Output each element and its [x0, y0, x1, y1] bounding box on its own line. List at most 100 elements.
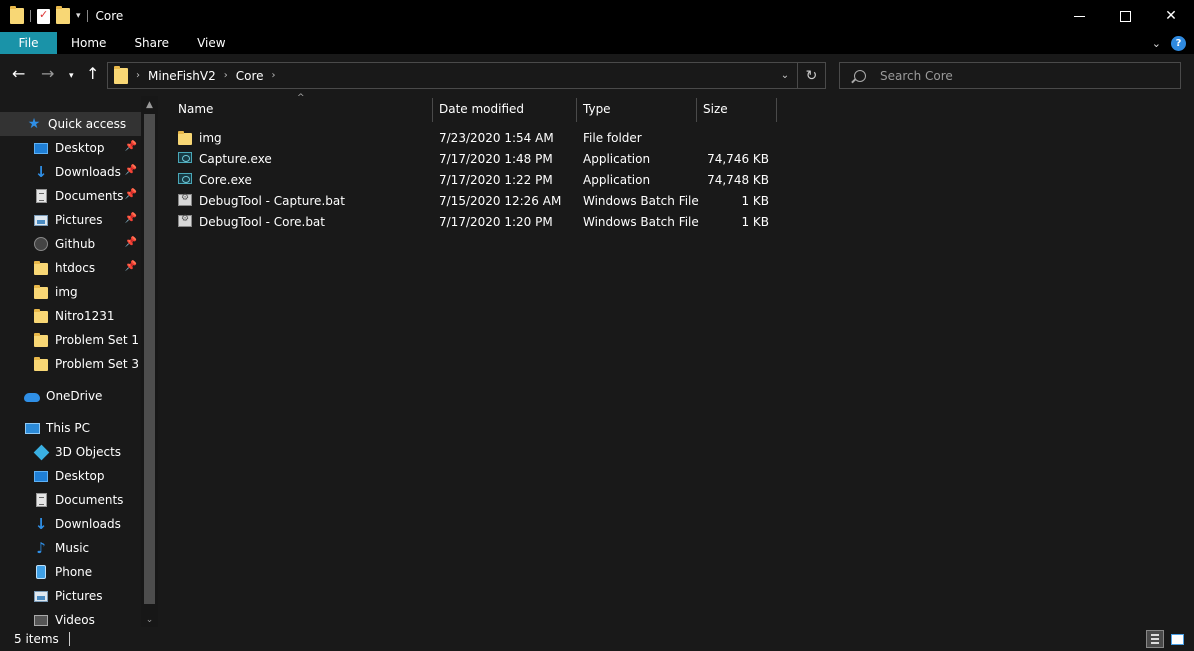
- nav-item-documents[interactable]: Documents 📌: [0, 184, 141, 208]
- quick-access-toolbar: ▾: [0, 0, 88, 32]
- nav-item-onedrive[interactable]: OneDrive: [0, 384, 141, 408]
- address-dropdown-icon[interactable]: ⌄: [773, 70, 797, 81]
- nav-item-documents-pc[interactable]: Documents: [0, 488, 141, 512]
- recent-locations-icon[interactable]: ▾: [69, 66, 74, 86]
- nav-item-music[interactable]: ♪ Music: [0, 536, 141, 560]
- pin-icon[interactable]: 📌: [125, 189, 137, 200]
- column-divider[interactable]: [776, 98, 777, 122]
- expand-ribbon-icon[interactable]: ⌄: [1152, 37, 1161, 50]
- file-row[interactable]: DebugTool - Core.bat 7/17/2020 1:20 PM W…: [174, 212, 774, 233]
- close-icon: ✕: [1165, 8, 1177, 24]
- nav-item-nitro1231[interactable]: Nitro1231: [0, 304, 141, 328]
- properties-icon[interactable]: [37, 8, 50, 24]
- breadcrumb-item[interactable]: Core: [236, 69, 264, 83]
- help-icon[interactable]: ?: [1171, 35, 1186, 51]
- nav-item-phone[interactable]: Phone: [0, 560, 141, 584]
- nav-item-desktop[interactable]: Desktop 📌: [0, 136, 141, 160]
- search-input[interactable]: [880, 68, 1160, 83]
- pin-icon[interactable]: 📌: [125, 141, 137, 152]
- file-type: Application: [583, 152, 651, 166]
- column-header-date[interactable]: Date modified: [433, 96, 577, 122]
- folder-icon[interactable]: [10, 6, 24, 24]
- folder-icon: [33, 284, 49, 300]
- file-name: Core.exe: [199, 173, 252, 187]
- file-size: 74,746 KB: [707, 152, 769, 166]
- large-icons-view-button[interactable]: [1168, 630, 1186, 648]
- nav-item-problem-set-3[interactable]: Problem Set 3: [0, 352, 141, 376]
- refresh-icon[interactable]: ↻: [797, 63, 825, 88]
- file-type: Windows Batch File: [583, 215, 699, 229]
- tab-home[interactable]: Home: [57, 32, 120, 54]
- up-arrow-icon[interactable]: ↑: [86, 64, 99, 84]
- download-icon: ↓: [34, 163, 48, 181]
- column-headers: ^ Name Date modified Type Size: [158, 93, 778, 122]
- ribbon-right: ⌄ ?: [1152, 32, 1186, 54]
- search-icon: [854, 69, 866, 82]
- file-row[interactable]: DebugTool - Capture.bat 7/15/2020 12:26 …: [174, 191, 774, 212]
- nav-item-label: Problem Set 1: [55, 333, 140, 347]
- nav-item-problem-set-1[interactable]: Problem Set 1: [0, 328, 141, 352]
- nav-item-this-pc[interactable]: This PC: [0, 416, 141, 440]
- scrollbar-thumb[interactable]: [144, 114, 155, 604]
- pin-icon[interactable]: 📌: [125, 261, 137, 272]
- chevron-right-icon[interactable]: ›: [272, 70, 276, 81]
- file-row[interactable]: Core.exe 7/17/2020 1:22 PM Application 7…: [174, 170, 774, 191]
- chevron-right-icon[interactable]: ›: [136, 70, 140, 81]
- nav-item-label: Phone: [55, 565, 93, 579]
- nav-item-label: Music: [55, 541, 90, 555]
- file-size: 74,748 KB: [707, 173, 769, 187]
- item-count: 5 items: [14, 632, 59, 646]
- toolbar-divider: [86, 10, 88, 22]
- tab-share[interactable]: Share: [120, 32, 183, 54]
- tab-file[interactable]: File: [0, 32, 57, 54]
- address-bar[interactable]: › MineFishV2 › Core › ⌄ ↻: [107, 62, 826, 89]
- nav-item-img[interactable]: img: [0, 280, 141, 304]
- nav-item-pictures-pc[interactable]: Pictures: [0, 584, 141, 608]
- nav-item-label: This PC: [46, 421, 90, 435]
- nav-item-videos[interactable]: Videos: [0, 608, 141, 627]
- nav-item-label: Desktop: [55, 141, 105, 155]
- minimize-button[interactable]: [1056, 0, 1102, 32]
- details-view-button[interactable]: [1146, 630, 1164, 648]
- file-list: ^ Name Date modified Type Size img 7/23/…: [158, 93, 1194, 627]
- file-row[interactable]: img 7/23/2020 1:54 AM File folder: [174, 128, 774, 149]
- batch-file-icon: [178, 193, 192, 206]
- customize-toolbar-icon[interactable]: ▾: [76, 11, 81, 21]
- column-header-type[interactable]: Type: [577, 96, 697, 122]
- file-size: 1 KB: [741, 194, 769, 208]
- breadcrumb-item[interactable]: MineFishV2: [148, 69, 216, 83]
- nav-item-desktop-pc[interactable]: Desktop: [0, 464, 141, 488]
- column-header-size[interactable]: Size: [697, 96, 777, 122]
- close-button[interactable]: ✕: [1148, 0, 1194, 32]
- new-folder-icon[interactable]: [56, 6, 70, 24]
- nav-item-htdocs[interactable]: htdocs 📌: [0, 256, 141, 280]
- nav-item-label: Documents: [55, 189, 124, 203]
- chevron-right-icon[interactable]: ›: [224, 70, 228, 81]
- nav-scrollbar[interactable]: ▲ ⌄: [141, 96, 158, 627]
- scroll-up-icon[interactable]: ▲: [141, 100, 158, 110]
- column-header-name[interactable]: Name: [172, 96, 432, 122]
- nav-item-pictures[interactable]: Pictures 📌: [0, 208, 141, 232]
- nav-item-downloads-pc[interactable]: ↓ Downloads: [0, 512, 141, 536]
- navigation-pane: ★ Quick access Desktop 📌 ↓ Downloads 📌 D…: [0, 96, 158, 627]
- nav-item-quick-access[interactable]: ★ Quick access: [0, 112, 141, 136]
- maximize-button[interactable]: [1102, 0, 1148, 32]
- pin-icon[interactable]: 📌: [125, 213, 137, 224]
- nav-item-label: 3D Objects: [55, 445, 122, 459]
- pin-icon[interactable]: 📌: [125, 237, 137, 248]
- batch-file-icon: [178, 214, 192, 227]
- back-arrow-icon[interactable]: ←: [12, 64, 25, 84]
- nav-item-3d-objects[interactable]: 3D Objects: [0, 440, 141, 464]
- pin-icon[interactable]: 📌: [125, 165, 137, 176]
- nav-item-downloads[interactable]: ↓ Downloads 📌: [0, 160, 141, 184]
- forward-arrow-icon[interactable]: →: [41, 64, 54, 84]
- scroll-down-icon[interactable]: ⌄: [141, 615, 158, 625]
- large-icons-view-icon: [1170, 633, 1184, 645]
- nav-item-github[interactable]: Github 📌: [0, 232, 141, 256]
- document-icon: [33, 492, 49, 508]
- file-type: Windows Batch File: [583, 194, 699, 208]
- tab-view[interactable]: View: [183, 32, 239, 54]
- file-date: 7/15/2020 12:26 AM: [439, 194, 562, 208]
- nav-item-label: Downloads: [55, 517, 121, 531]
- file-row[interactable]: Capture.exe 7/17/2020 1:48 PM Applicatio…: [174, 149, 774, 170]
